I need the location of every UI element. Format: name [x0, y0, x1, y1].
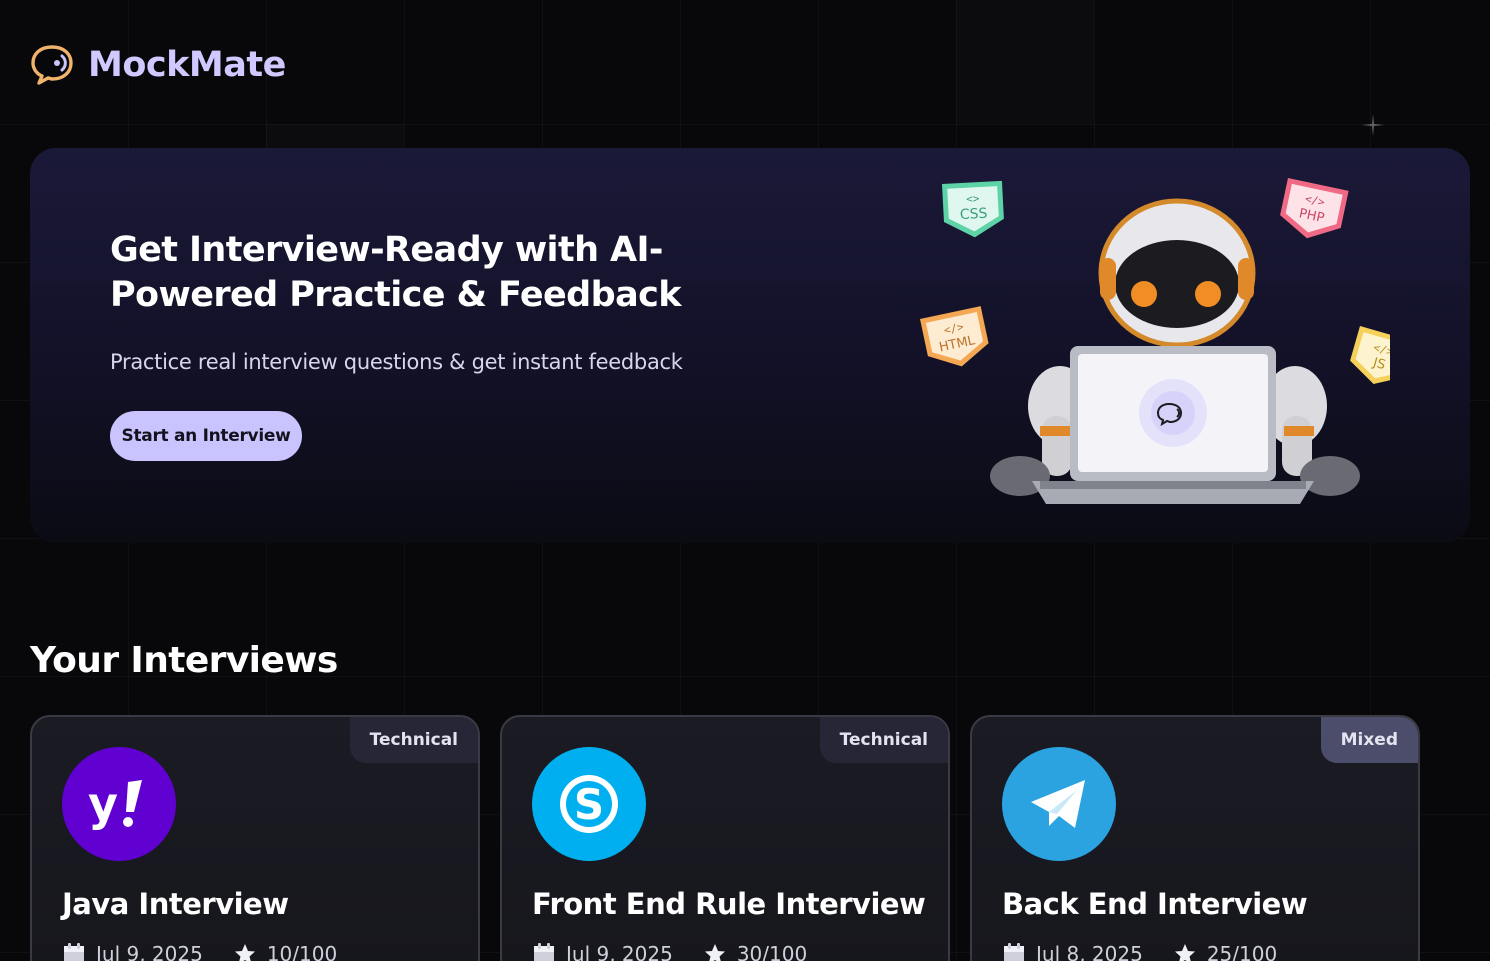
calendar-icon: [64, 943, 84, 961]
star-icon: [704, 944, 725, 961]
skype-icon: S: [532, 747, 646, 861]
js-tag-icon: </> JS: [1350, 326, 1390, 384]
app-header: MockMate: [30, 44, 286, 86]
star-icon: [1174, 944, 1195, 961]
chat-bubble-logo-icon: [31, 45, 73, 85]
telegram-icon: [1002, 747, 1116, 861]
svg-text:CSS: CSS: [959, 206, 987, 223]
interview-score: 25/100: [1206, 942, 1278, 961]
hero-subtitle: Practice real interview questions & get …: [110, 350, 683, 374]
calendar-icon: [1004, 943, 1024, 961]
star-icon: [234, 944, 255, 961]
background-tile: [266, 124, 404, 148]
interview-type-badge: Technical: [819, 717, 948, 763]
interview-date: Jul 9, 2025: [96, 942, 203, 961]
your-interviews-heading: Your Interviews: [30, 640, 338, 681]
brand-name[interactable]: MockMate: [88, 45, 286, 85]
calendar-icon: [534, 943, 554, 961]
yahoo-icon: y: [62, 747, 176, 861]
interview-score: 30/100: [736, 942, 808, 961]
svg-text:y: y: [88, 777, 118, 831]
css-tag-icon: <> CSS: [942, 180, 1004, 238]
interview-type-badge: Mixed: [1320, 717, 1418, 763]
interview-title: Front End Rule Interview: [532, 887, 926, 921]
interview-type-badge: Technical: [349, 717, 478, 763]
robot-laptop-illustration: <> CSS </> PHP </> HTML </> JS: [920, 178, 1390, 504]
html-tag-icon: </> HTML: [920, 306, 989, 367]
interview-meta: Jul 9, 2025 30/100: [532, 942, 825, 961]
interview-card[interactable]: Technical S Front End Rule Interview Jul…: [500, 715, 950, 961]
svg-text:S: S: [574, 780, 604, 829]
interview-card[interactable]: Mixed Back End Interview Jul 8, 2025 25/…: [970, 715, 1420, 961]
interview-meta: Jul 8, 2025 25/100: [1002, 942, 1295, 961]
php-tag-icon: </> PHP: [1280, 178, 1349, 239]
interview-title: Java Interview: [62, 887, 289, 921]
hero-banner: Get Interview-Ready with AI-Powered Prac…: [30, 148, 1470, 543]
interview-meta: Jul 9, 2025 10/100: [62, 942, 355, 961]
interview-title: Back End Interview: [1002, 887, 1308, 921]
interview-date: Jul 9, 2025: [566, 942, 673, 961]
svg-text:<>: <>: [966, 192, 980, 206]
interview-score: 10/100: [266, 942, 338, 961]
sparkle-icon: [1362, 114, 1384, 136]
interview-date: Jul 8, 2025: [1036, 942, 1143, 961]
start-interview-button[interactable]: Start an Interview: [110, 411, 302, 461]
hero-title: Get Interview-Ready with AI-Powered Prac…: [110, 230, 682, 315]
interview-card[interactable]: Technical y Java Interview Jul 9, 2025 1…: [30, 715, 480, 961]
background-tile: [956, 0, 1094, 124]
